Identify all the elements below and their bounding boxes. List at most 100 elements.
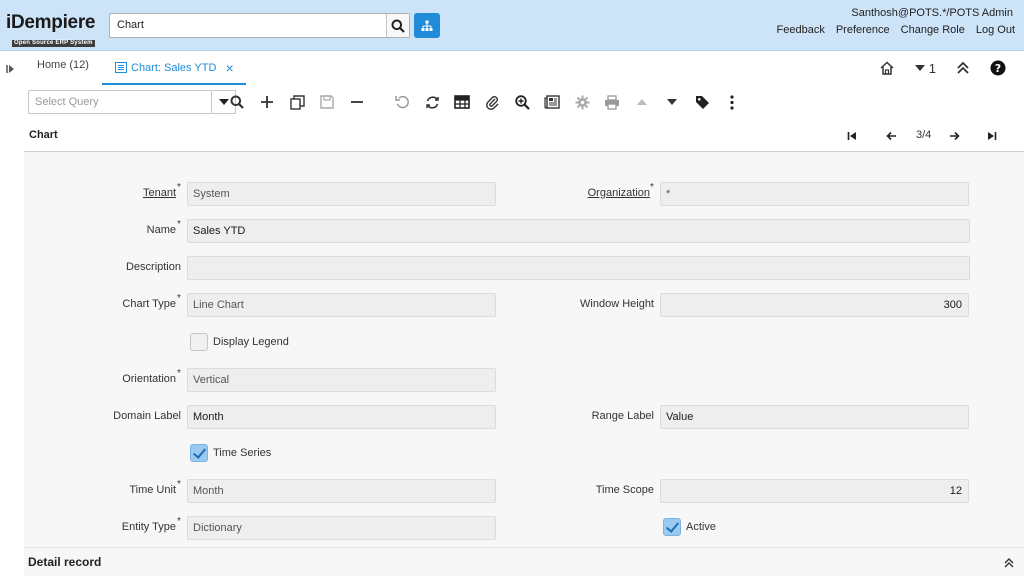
name-required-mark: * [177, 219, 181, 230]
tab-home[interactable]: Home (12) [37, 59, 89, 71]
zoom-in-icon [514, 94, 530, 110]
name-field[interactable]: Sales YTD [187, 219, 970, 243]
tab-chart-label: Chart: Sales YTD [131, 61, 217, 74]
display-legend-checkbox[interactable] [190, 333, 208, 351]
help-icon[interactable]: ? [990, 60, 1006, 76]
search-icon [230, 95, 244, 109]
display-legend-label[interactable]: Display Legend [213, 336, 289, 348]
description-field[interactable] [187, 256, 970, 280]
copy-icon [289, 94, 305, 110]
preference-link[interactable]: Preference [836, 24, 890, 36]
description-label: Description [125, 261, 181, 273]
more-options-button[interactable] [724, 94, 740, 110]
domain-label-field[interactable]: Month [187, 405, 496, 429]
plus-icon [261, 96, 273, 108]
tab-chart-sales-ytd[interactable]: Chart: Sales YTD × [102, 51, 246, 85]
name-label: Name [146, 224, 176, 236]
tenant-field[interactable]: System [187, 182, 496, 206]
window-height-field[interactable]: 300 [660, 293, 969, 317]
time-series-checkbox[interactable] [190, 444, 208, 462]
refresh-icon [425, 95, 439, 109]
gear-icon [575, 95, 589, 109]
first-record-button[interactable] [845, 129, 859, 143]
arrow-right-icon [949, 131, 960, 141]
entity-type-field[interactable]: Dictionary [187, 516, 496, 540]
range-label-label: Range Label [591, 410, 654, 422]
more-vertical-icon [730, 94, 734, 110]
menu-tree-button[interactable] [414, 13, 440, 38]
time-unit-label: Time Unit [129, 484, 176, 496]
window-height-label: Window Height [580, 298, 654, 310]
window-tab-bar: Home (12) Chart: Sales YTD × 1 ? [0, 51, 1024, 85]
change-role-link[interactable]: Change Role [901, 24, 965, 36]
open-windows-dropdown[interactable]: 1 [914, 60, 936, 76]
newspaper-icon [544, 95, 560, 109]
time-series-label[interactable]: Time Series [213, 447, 271, 459]
caret-down-icon [667, 98, 677, 105]
refresh-button[interactable] [424, 94, 440, 110]
tenant-required-mark: * [177, 182, 181, 193]
previous-record-button[interactable] [884, 129, 898, 143]
save-button[interactable] [319, 94, 335, 110]
range-label-field[interactable]: Value [660, 405, 969, 429]
parent-record-button[interactable] [634, 94, 650, 110]
chart-form: Tenant * System Organization * * Name * … [24, 152, 1024, 547]
time-scope-field[interactable]: 12 [660, 479, 969, 503]
undo-button[interactable] [394, 94, 410, 110]
next-record-button[interactable] [947, 129, 961, 143]
sidebar-toggle[interactable] [5, 63, 17, 75]
print-button[interactable] [604, 94, 620, 110]
select-query-input[interactable]: Select Query [28, 90, 212, 114]
global-search-button[interactable] [386, 14, 409, 37]
zoom-across-button[interactable] [514, 94, 530, 110]
feedback-link[interactable]: Feedback [777, 24, 825, 36]
logo-subtext: Open Source ERP System [12, 40, 95, 47]
collapse-up-icon[interactable] [1004, 558, 1014, 568]
idempiere-logo[interactable]: iDempiere Open Source ERP System [6, 13, 108, 47]
grid-toggle-button[interactable] [454, 94, 470, 110]
active-checkbox[interactable] [663, 518, 681, 536]
header-links: Feedback Preference Change Role Log Out [777, 24, 1015, 36]
entity-type-label: Entity Type [121, 521, 176, 533]
logo-text: iDempiere [6, 12, 96, 33]
open-windows-count: 1 [928, 60, 936, 76]
search-icon [391, 19, 405, 33]
chart-type-required-mark: * [177, 293, 181, 304]
orientation-field[interactable]: Vertical [187, 368, 496, 392]
global-search-input[interactable]: Chart [109, 13, 410, 38]
tenant-label[interactable]: Tenant [114, 187, 176, 199]
time-unit-field[interactable]: Month [187, 479, 496, 503]
sitemap-icon [421, 20, 433, 31]
quick-info-button[interactable] [694, 94, 710, 110]
attachment-button[interactable] [484, 94, 500, 110]
detail-record-title: Detail record [28, 555, 102, 569]
active-label[interactable]: Active [686, 521, 716, 533]
tag-icon [695, 95, 709, 109]
window-toolbar: Select Query [24, 85, 1024, 119]
logout-link[interactable]: Log Out [976, 24, 1015, 36]
organization-field[interactable]: * [660, 182, 969, 206]
close-tab-icon[interactable]: × [225, 60, 233, 76]
chart-type-label: Chart Type [122, 298, 176, 310]
user-role-label[interactable]: Santhosh@POTS.*/POTS Admin [851, 7, 1013, 19]
home-icon[interactable] [879, 60, 895, 76]
last-icon [988, 132, 997, 140]
copy-record-button[interactable] [289, 94, 305, 110]
global-search-value: Chart [117, 19, 144, 31]
caret-down-icon [218, 98, 229, 105]
last-record-button[interactable] [985, 129, 999, 143]
delete-record-button[interactable] [349, 94, 365, 110]
new-record-button[interactable] [259, 94, 275, 110]
collapse-up-icon[interactable] [956, 61, 970, 75]
detail-record-panel: Detail record [24, 547, 1024, 576]
caret-up-icon [637, 98, 647, 105]
report-button[interactable] [544, 94, 560, 110]
find-button[interactable] [229, 94, 245, 110]
detail-record-button[interactable] [664, 94, 680, 110]
minus-icon [351, 101, 363, 103]
window-title: Chart [29, 129, 58, 141]
save-icon [320, 95, 334, 109]
chart-type-field[interactable]: Line Chart [187, 293, 496, 317]
workflow-button[interactable] [574, 94, 590, 110]
organization-label[interactable]: Organization [564, 187, 650, 199]
